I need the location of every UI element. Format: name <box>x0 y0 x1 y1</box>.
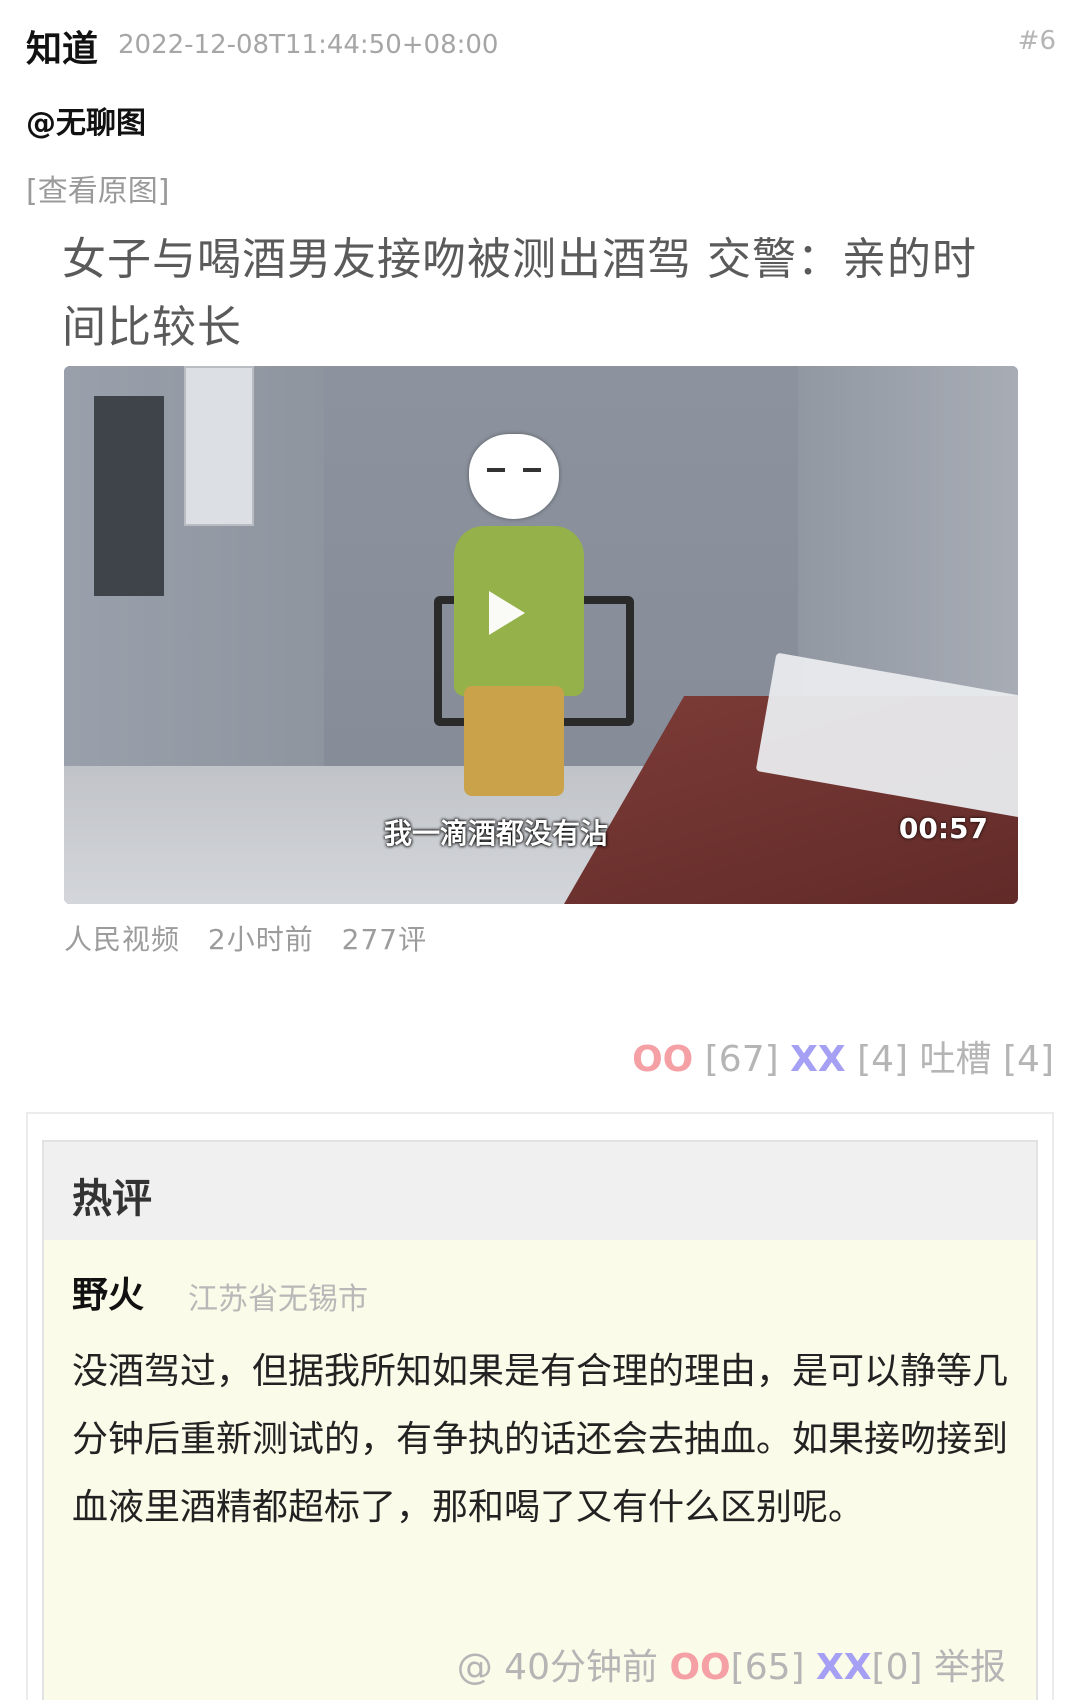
cat-face-sticker-icon <box>469 434 559 519</box>
comment-body: 没酒驾过，但据我所知如果是有合理的理由，是可以静等几分钟后重新测试的，有争执的话… <box>72 1351 1009 1528</box>
video-subtitle: 我一滴酒都没有沾 <box>384 817 609 850</box>
comment-location: 江苏省无锡市 <box>188 1282 368 1317</box>
comment-xx-button[interactable]: XX <box>816 1647 872 1688</box>
video-duration: 00:57 <box>898 812 988 845</box>
news-time: 2小时前 <box>207 923 314 956</box>
report-button[interactable]: 举报 <box>934 1647 1006 1688</box>
news-meta: 人民视频 2小时前 277评 <box>64 918 445 958</box>
xx-vote-button[interactable]: XX <box>790 1039 846 1080</box>
view-original-link[interactable]: [查看原图] <box>26 166 169 210</box>
oo-vote-count: [67] <box>704 1039 779 1080</box>
oo-vote-button[interactable]: OO <box>632 1039 693 1080</box>
comment-oo-button[interactable]: OO <box>669 1647 730 1688</box>
tucao-count: [4] <box>1003 1039 1054 1080</box>
news-title: 女子与喝酒男友接吻被测出酒驾 交警：亲的时间比较长 <box>62 234 977 353</box>
comment-xx-count: [0] <box>871 1647 923 1688</box>
video-scene-notice <box>184 366 254 526</box>
comment-author[interactable]: 野火 <box>72 1266 144 1318</box>
news-source: 人民视频 <box>64 923 181 956</box>
hot-comments-header: 热评 <box>44 1142 1036 1240</box>
comment-time: 40分钟前 <box>504 1647 658 1688</box>
hot-comment-card: 热评 野火 江苏省无锡市 没酒驾过，但据我所知如果是有合理的理由，是可以静等几分… <box>42 1140 1038 1700</box>
video-thumbnail[interactable]: 我一滴酒都没有沾 00:57 <box>64 366 1018 904</box>
video-scene-door <box>94 396 164 596</box>
video-scene-person-legs <box>464 686 564 796</box>
post-mention-text: @无聊图 <box>26 106 146 141</box>
news-screenshot: 女子与喝酒男友接吻被测出酒驾 交警：亲的时间比较长 <box>62 226 1022 362</box>
post-author[interactable]: 知道 <box>26 20 98 72</box>
comment-footer: @ 40分钟前 OO[65] XX[0] 举报 <box>457 1638 1006 1690</box>
hot-comments-panel: 热评 野火 江苏省无锡市 没酒驾过，但据我所知如果是有合理的理由，是可以静等几分… <box>26 1112 1054 1700</box>
reply-at-button[interactable]: @ <box>457 1647 493 1688</box>
news-comment-count: 277评 <box>341 923 428 956</box>
play-icon[interactable] <box>489 591 525 635</box>
tucao-button[interactable]: 吐槽 <box>920 1039 992 1080</box>
post-number-link[interactable]: #6 <box>1018 26 1056 56</box>
xx-vote-count: [4] <box>857 1039 909 1080</box>
post-header: 知道 2022-12-08T11:44:50+08:00 #6 <box>26 20 1056 80</box>
post-timestamp: 2022-12-08T11:44:50+08:00 <box>118 30 499 60</box>
comment-oo-count: [65] <box>730 1647 805 1688</box>
post-vote-bar: OO [67] XX [4] 吐槽 [4] <box>632 1030 1054 1082</box>
hot-comments-title: 热评 <box>72 1176 152 1222</box>
